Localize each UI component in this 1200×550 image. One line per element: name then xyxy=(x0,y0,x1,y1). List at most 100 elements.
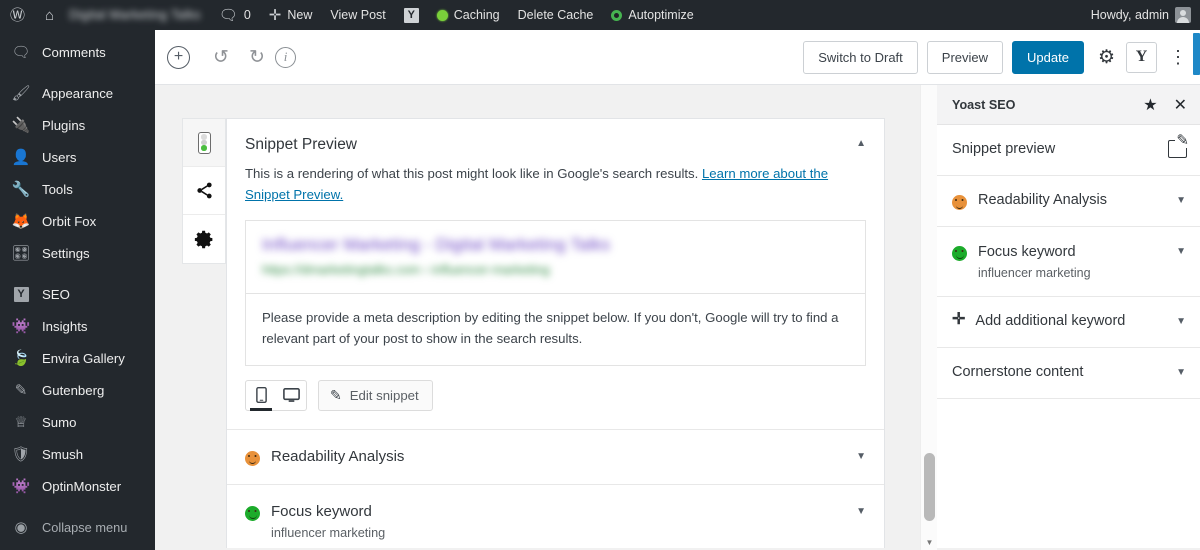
sidebar-item-users[interactable]: 👤 Users xyxy=(0,141,155,173)
yoast-metabox-panel: Snippet Preview ▲ This is a rendering of… xyxy=(226,118,885,550)
snippet-preview-description: This is a rendering of what this post mi… xyxy=(245,154,845,220)
snippet-description-text: This is a rendering of what this post mi… xyxy=(245,166,702,181)
gear-icon[interactable]: ⚙ xyxy=(1098,46,1115,69)
star-icon[interactable]: ★ xyxy=(1143,95,1157,115)
page-title: Snippet Preview xyxy=(245,136,358,153)
yoast-seo-adminbar-menu[interactable]: Y xyxy=(395,0,428,30)
sidebar-item-label: Insights xyxy=(42,318,88,334)
caret-down-icon[interactable]: ▼ xyxy=(1176,196,1186,206)
seo-score-tab[interactable] xyxy=(183,119,225,167)
collapse-menu-label: Collapse menu xyxy=(42,519,128,535)
focus-keyword-value: influencer marketing xyxy=(978,266,1091,280)
yoast-sidebar-toggle-icon[interactable]: Y xyxy=(1126,41,1157,73)
block-editor: + ↺ ↻ i Switch to Draft Preview Update ⚙… xyxy=(155,30,1200,550)
site-name[interactable]: Digital Marketing Talks xyxy=(60,0,210,30)
google-snippet-box[interactable]: Influencer Marketing - Digital Marketing… xyxy=(245,219,866,366)
site-home-icon[interactable]: ⌂ xyxy=(36,0,60,30)
sidebar-item-smush[interactable]: 🛡 Smush xyxy=(0,438,155,470)
row-label: Focus keyword xyxy=(978,244,1076,260)
comment-icon: 🗨 xyxy=(11,43,31,61)
sidebar-item-settings[interactable]: 🎛 Settings xyxy=(0,237,155,269)
caret-down-icon[interactable]: ▼ xyxy=(1176,247,1186,257)
sidebar-item-label: Settings xyxy=(42,245,90,261)
caching-label: Caching xyxy=(453,8,500,22)
fox-icon: 🦊 xyxy=(11,212,31,230)
switch-to-draft-button[interactable]: Switch to Draft xyxy=(803,40,918,74)
pencil-icon: ✎ xyxy=(14,381,28,399)
readability-analysis-section[interactable]: Readability Analysis ▼ xyxy=(227,430,884,485)
scrollbar-thumb[interactable] xyxy=(924,453,935,521)
sidebar-item-insights[interactable]: 👾 Insights xyxy=(0,310,155,342)
yoast-icon: Y xyxy=(403,7,419,23)
advanced-settings-tab[interactable] xyxy=(183,215,225,263)
sidebar-item-plugins[interactable]: 🔌 Plugins xyxy=(0,109,155,141)
crown-icon: ♕ xyxy=(14,413,28,431)
leaf-icon: 🍃 xyxy=(11,349,31,367)
collapse-menu-button[interactable]: ◉ Collapse menu xyxy=(0,511,155,543)
desktop-monitor-icon xyxy=(282,387,300,402)
device-preview-toggle xyxy=(245,379,307,411)
caret-up-icon[interactable]: ▲ xyxy=(856,139,866,149)
sidebar-item-comments[interactable]: 🗨 Comments xyxy=(0,36,155,68)
mobile-preview-button[interactable] xyxy=(246,381,276,411)
caret-down-icon[interactable]: ▼ xyxy=(856,506,866,517)
sidebar-row-snippet-preview[interactable]: Snippet preview xyxy=(937,125,1200,176)
yoast-seo-sidebar: Yoast SEO ★ ✕ Snippet preview Readabilit… xyxy=(936,85,1200,550)
snippet-meta-description: Please provide a meta description by edi… xyxy=(246,292,865,365)
caret-down-icon[interactable]: ▼ xyxy=(1176,317,1186,327)
edit-snippet-button[interactable]: ✎ Edit snippet xyxy=(318,379,433,411)
wordpress-logo-icon[interactable]: Ⓦ xyxy=(0,0,36,30)
mobile-phone-icon xyxy=(255,387,267,403)
readability-analysis-row[interactable]: Readability Analysis ▼ xyxy=(245,430,866,484)
row-label: Readability Analysis xyxy=(978,192,1107,208)
sidebar-item-tools[interactable]: 🔧 Tools xyxy=(0,173,155,205)
edit-pencil-icon[interactable] xyxy=(1168,133,1190,158)
focus-keyword-row[interactable]: Focus keyword influencer marketing ▼ xyxy=(245,485,866,550)
new-content-button[interactable]: ✛ New xyxy=(260,0,322,30)
status-dot-icon xyxy=(436,9,448,21)
delete-cache-button[interactable]: Delete Cache xyxy=(509,0,603,30)
autoptimize-menu[interactable]: Autoptimize xyxy=(602,0,702,30)
update-button[interactable]: Update xyxy=(1012,40,1084,74)
sidebar-item-label: OptinMonster xyxy=(42,478,122,494)
paintbrush-icon: 🖌 xyxy=(11,84,31,102)
sidebar-item-seo[interactable]: Y SEO xyxy=(0,278,155,310)
sidebar-row-readability-analysis[interactable]: Readability Analysis ▼ xyxy=(937,176,1200,227)
share-icon xyxy=(196,182,212,199)
vertical-dots-icon[interactable]: ⋮ xyxy=(1169,48,1187,66)
sidebar-row-cornerstone-content[interactable]: Cornerstone content ▼ xyxy=(937,348,1200,399)
scrollbar-down-arrow-icon[interactable]: ▼ xyxy=(921,535,938,550)
caching-menu[interactable]: Caching xyxy=(428,0,509,30)
content-info-button[interactable]: i xyxy=(275,46,296,68)
undo-button[interactable]: ↺ xyxy=(203,39,239,75)
add-block-button[interactable]: + xyxy=(167,45,190,69)
row-label: Add additional keyword xyxy=(975,313,1126,329)
sidebar-item-sumo[interactable]: ♕ Sumo xyxy=(0,406,155,438)
account-menu[interactable]: Howdy, admin xyxy=(1082,0,1200,30)
preview-button[interactable]: Preview xyxy=(926,40,1004,74)
caret-down-icon[interactable]: ▼ xyxy=(1176,368,1186,378)
sidebar-item-appearance[interactable]: 🖌 Appearance xyxy=(0,77,155,109)
social-tab[interactable] xyxy=(183,167,225,215)
sidebar-item-label: Smush xyxy=(42,446,84,462)
sidebar-row-focus-keyword[interactable]: Focus keyword influencer marketing ▼ xyxy=(937,227,1200,297)
caret-down-icon[interactable]: ▼ xyxy=(856,451,866,462)
green-smile-face-icon xyxy=(245,505,260,521)
sidebar-item-gutenberg[interactable]: ✎ Gutenberg xyxy=(0,374,155,406)
snippet-title: Influencer Marketing - Digital Marketing… xyxy=(262,234,611,254)
monster-icon: 👾 xyxy=(11,477,31,495)
sidebar-row-add-additional-keyword[interactable]: ✛ Add additional keyword ▼ xyxy=(937,297,1200,348)
sidebar-item-envira-gallery[interactable]: 🍃 Envira Gallery xyxy=(0,342,155,374)
sidebar-item-optinmonster[interactable]: 👾 OptinMonster xyxy=(0,470,155,502)
close-icon[interactable]: ✕ xyxy=(1174,95,1187,115)
snippet-preview-section: Snippet Preview ▲ This is a rendering of… xyxy=(227,119,884,430)
focus-keyword-section[interactable]: Focus keyword influencer marketing ▼ xyxy=(227,485,884,550)
redo-button[interactable]: ↻ xyxy=(239,39,275,75)
comments-link[interactable]: 🗨 0 xyxy=(210,0,260,30)
desktop-preview-button[interactable] xyxy=(276,381,306,410)
view-post-link[interactable]: View Post xyxy=(321,0,394,30)
traffic-light-icon xyxy=(197,131,211,154)
sidebar-item-orbit-fox[interactable]: 🦊 Orbit Fox xyxy=(0,205,155,237)
delete-cache-label: Delete Cache xyxy=(517,8,594,22)
content-scrollbar[interactable]: ▼ xyxy=(920,85,937,550)
